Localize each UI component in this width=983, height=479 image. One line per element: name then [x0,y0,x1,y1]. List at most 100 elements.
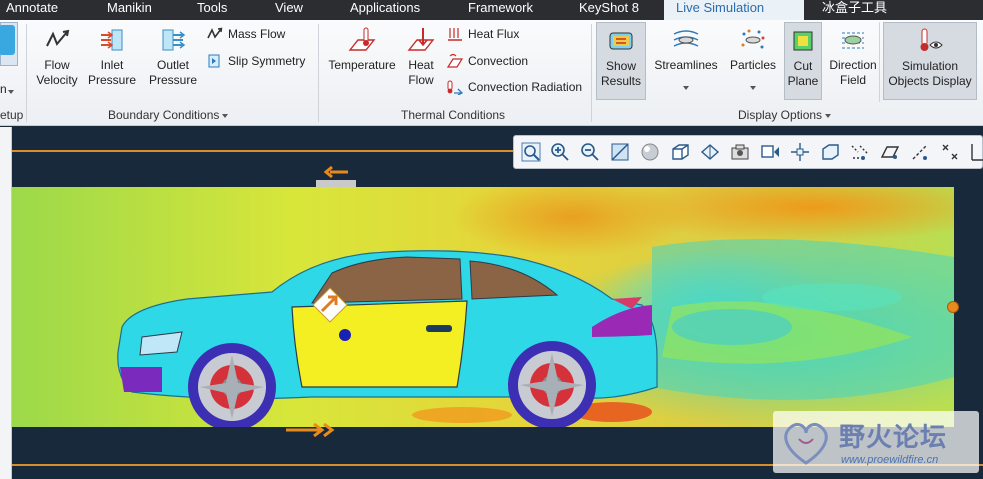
forum-url: www.proewildfire.cn [841,454,939,466]
annotation-display-icon[interactable] [819,141,841,163]
zoom-out-icon[interactable] [579,141,601,163]
inlet-pressure-button[interactable]: Inlet Pressure [84,26,140,88]
convection-icon [446,53,464,68]
convection-radiation-label: Convection Radiation [468,80,583,94]
inlet-pressure-icon [101,29,123,51]
arrow-right-icon[interactable] [284,423,336,437]
chevron-down-icon[interactable] [683,86,689,90]
slip-symmetry-label: Slip Symmetry [228,54,306,68]
mass-flow-button[interactable]: Mass Flow [206,26,285,42]
streamlines-button[interactable]: Streamlines [651,26,721,73]
outlet-pressure-label: Outlet Pressure [148,58,198,87]
tab-manikin[interactable]: Manikin [107,0,152,20]
mass-flow-icon [207,27,223,39]
refit-icon[interactable] [520,141,542,163]
streamlines-icon [673,30,699,47]
plane-display-icon[interactable] [879,141,901,163]
flow-velocity-button[interactable]: Flow Velocity [33,26,81,88]
chevron-down-icon[interactable] [750,86,756,90]
outlet-pressure-icon [162,29,186,51]
boundary-conditions-group-label[interactable]: Boundary Conditions [108,108,229,122]
velocity-field-cut-plane [12,187,954,427]
chevron-down-icon [8,90,14,94]
simulation-objects-display-label: Simulation Objects Display [888,59,972,88]
forum-logo-icon [784,423,828,465]
group-divider [26,24,27,122]
heat-flux-button[interactable]: Heat Flux [446,26,519,42]
tab-icebox-tools[interactable]: 冰盒子工具 [822,0,887,20]
show-results-label: Show Results [600,59,641,88]
chevron-down-icon [222,113,229,118]
car-model [117,239,954,427]
direction-field-icon [842,32,864,49]
forum-title: 野火论坛 [839,423,948,453]
model-tree-pane[interactable] [0,127,12,479]
setup-icon [0,25,15,55]
repaint-icon[interactable] [609,141,631,163]
arrow-left-icon[interactable] [322,166,350,180]
convection-radiation-icon [447,80,464,95]
flow-velocity-label: Flow Velocity [36,58,78,87]
ribbon-tab-bar: Annotate Manikin Tools View Applications… [0,0,983,20]
group-divider [591,24,592,122]
spin-center-icon[interactable] [789,141,811,163]
heat-flow-icon [407,28,435,51]
group-divider [318,24,319,122]
graphics-toolbar [513,135,983,169]
temperature-label: Temperature [328,58,396,72]
temperature-icon [348,27,376,51]
convection-radiation-button[interactable]: Convection Radiation [446,79,582,95]
direction-field-label: Direction Field [829,58,877,87]
heat-flux-icon [448,28,462,41]
cut-plane-label: Cut Plane [787,59,819,88]
particles-label: Particles [729,58,776,72]
tab-applications[interactable]: Applications [350,0,420,20]
inlet-pressure-label: Inlet Pressure [87,58,137,87]
tab-view[interactable]: View [275,0,303,20]
chevron-down-icon [825,113,832,118]
top-boundary-marker[interactable] [316,180,356,187]
heat-flux-label: Heat Flux [468,27,520,41]
direction-field-button[interactable]: Direction Field [825,26,881,88]
particles-icon [741,29,765,49]
thermal-conditions-group-label: Thermal Conditions [401,108,506,122]
view-manager-icon[interactable] [729,141,751,163]
heat-flow-button[interactable]: Heat Flow [402,26,440,88]
point-display-icon[interactable] [939,141,961,163]
tab-keyshot[interactable]: KeyShot 8 [579,0,639,20]
show-results-icon [609,32,633,50]
axis-display-icon[interactable] [909,141,931,163]
simulation-objects-display-icon [920,28,943,51]
particles-button[interactable]: Particles [725,26,781,73]
convection-button[interactable]: Convection [446,53,528,69]
flow-velocity-icon [46,29,70,47]
app-window: Annotate Manikin Tools View Applications… [0,0,983,479]
datum-display-icon[interactable] [849,141,871,163]
tab-framework[interactable]: Framework [468,0,533,20]
mass-flow-label: Mass Flow [228,27,286,41]
shading-icon[interactable] [639,141,661,163]
perspective-icon[interactable] [759,141,781,163]
setup-partial-button[interactable] [0,22,18,66]
tab-live-simulation[interactable]: Live Simulation [664,0,804,20]
forum-watermark: 野火论坛 www.proewildfire.cn [773,411,979,473]
cut-plane-button[interactable]: Cut Plane [784,22,822,100]
simulation-objects-display-button[interactable]: Simulation Objects Display [883,22,977,100]
csys-display-icon[interactable] [966,141,983,163]
heat-flow-label: Heat Flow [408,58,434,87]
slip-symmetry-button[interactable]: Slip Symmetry [206,53,305,69]
slip-symmetry-icon [208,54,220,68]
zoom-in-icon[interactable] [549,141,571,163]
display-options-group-label[interactable]: Display Options [738,108,832,122]
show-results-button[interactable]: Show Results [596,22,646,100]
cut-plane-icon [793,31,813,51]
tab-annotate[interactable]: Annotate [6,0,58,20]
saved-orientations-icon[interactable] [699,141,721,163]
standard-orientation-icon[interactable] [669,141,691,163]
tab-tools[interactable]: Tools [197,0,227,20]
convection-label: Convection [468,54,529,68]
outlet-marker-icon[interactable] [947,301,959,313]
streamlines-label: Streamlines [654,58,718,72]
temperature-button[interactable]: Temperature [324,26,400,73]
outlet-pressure-button[interactable]: Outlet Pressure [144,26,202,88]
